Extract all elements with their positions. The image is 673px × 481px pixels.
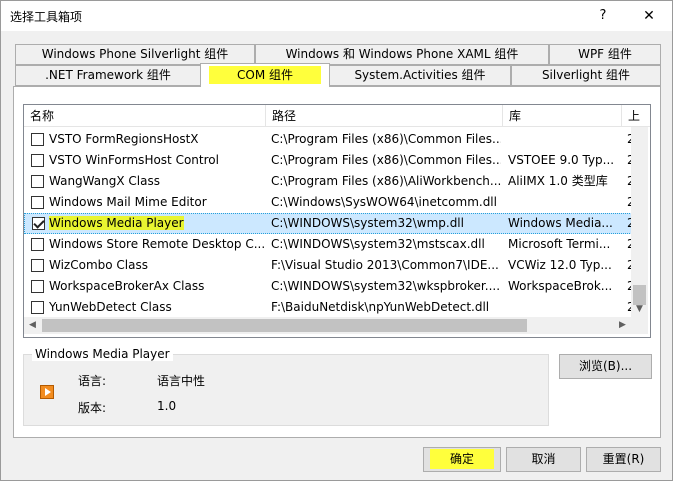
item-library: VSTOEE 9.0 Typ... — [508, 153, 615, 167]
item-path: C:\WINDOWS\system32\mstscax.dll — [271, 237, 485, 251]
list-item[interactable]: WizCombo Class F:\Visual Studio 2013\Com… — [24, 255, 632, 276]
item-name: VSTO FormRegionsHostX — [49, 132, 199, 146]
horizontal-scrollbar-thumb[interactable] — [42, 319, 527, 332]
browse-button[interactable]: 浏览(B)... — [559, 354, 652, 379]
list-item[interactable]: WorkspaceBrokerAx Class C:\WINDOWS\syste… — [24, 276, 632, 297]
reset-button[interactable]: 重置(R) — [586, 447, 661, 472]
item-library: AliIMX 1.0 类型库 — [508, 174, 608, 188]
item-name: Windows Store Remote Desktop C... — [49, 237, 264, 251]
list-item[interactable]: Windows Store Remote Desktop C... C:\WIN… — [24, 234, 632, 255]
item-library: WorkspaceBrok... — [508, 279, 613, 293]
item-path: F:\BaiduNetdisk\npYunWebDetect.dll — [271, 300, 490, 314]
column-header-extra[interactable]: 上 — [622, 105, 642, 127]
item-library: VCWiz 12.0 Typ... — [508, 258, 612, 272]
scroll-down-arrow-icon[interactable]: ▼ — [631, 301, 648, 317]
item-library: Microsoft Termi... — [508, 237, 611, 251]
title-bar: 选择工具箱项 ? ✕ — [1, 1, 672, 31]
cancel-button[interactable]: 取消 — [506, 447, 581, 472]
item-name: YunWebDetect Class — [49, 300, 172, 314]
media-player-icon — [40, 385, 54, 399]
item-path: C:\Program Files (x86)\Common Files... — [271, 132, 501, 146]
item-checkbox[interactable] — [31, 154, 44, 167]
list-item[interactable]: Windows Mail Mime Editor C:\Windows\SysW… — [24, 192, 632, 213]
scroll-left-arrow-icon[interactable]: ◀ — [24, 317, 41, 334]
list-item[interactable]: VSTO WinFormsHost Control C:\Program Fil… — [24, 150, 632, 171]
tab-wpf[interactable]: WPF 组件 — [549, 44, 661, 65]
item-checkbox[interactable] — [31, 133, 44, 146]
tab-system-activities[interactable]: System.Activities 组件 — [329, 65, 511, 86]
list-header: 名称 路径 库 上 — [24, 105, 650, 127]
item-name: WizCombo Class — [49, 258, 148, 272]
list-item[interactable]: VSTO FormRegionsHostX C:\Program Files (… — [24, 129, 632, 150]
language-value: 语言中性 — [157, 374, 206, 388]
item-checkbox[interactable] — [31, 238, 44, 251]
item-name: WorkspaceBrokerAx Class — [49, 279, 205, 293]
item-path: C:\Program Files (x86)\Common Files... — [271, 153, 501, 167]
tab-net-framework[interactable]: .NET Framework 组件 — [15, 65, 201, 86]
item-name: Windows Media Player — [49, 213, 267, 234]
tab-com[interactable]: COM 组件 — [200, 63, 330, 87]
item-path: C:\WINDOWS\system32\wkspbroker.... — [271, 279, 501, 293]
item-checkbox[interactable] — [31, 280, 44, 293]
tab-com-label: COM 组件 — [209, 66, 321, 84]
help-button[interactable]: ? — [587, 4, 619, 28]
list-item[interactable]: WangWangX Class C:\Program Files (x86)\A… — [24, 171, 632, 192]
item-checkbox-checked[interactable] — [32, 217, 45, 230]
tab-silverlight[interactable]: Silverlight 组件 — [511, 65, 661, 86]
version-value: 1.0 — [157, 399, 177, 413]
scrollbar-corner — [631, 317, 648, 334]
item-checkbox[interactable] — [31, 301, 44, 314]
column-header-library[interactable]: 库 — [503, 105, 622, 127]
dialog-title: 选择工具箱项 — [10, 10, 83, 24]
item-path: C:\Windows\SysWOW64\inetcomm.dll — [271, 195, 497, 209]
version-label: 版本: — [78, 401, 107, 415]
choose-toolbox-items-dialog: 选择工具箱项 ? ✕ Windows Phone Silverlight 组件 … — [0, 0, 673, 481]
item-checkbox[interactable] — [31, 196, 44, 209]
item-path: F:\Visual Studio 2013\Common7\IDE... — [271, 258, 499, 272]
item-library — [508, 192, 620, 213]
details-title: Windows Media Player — [32, 347, 173, 361]
scroll-right-arrow-icon[interactable]: ▶ — [614, 317, 631, 334]
item-name: WangWangX Class — [49, 174, 160, 188]
column-header-path[interactable]: 路径 — [266, 105, 503, 127]
column-header-name[interactable]: 名称 — [24, 105, 266, 127]
list-item[interactable]: YunWebDetect Class F:\BaiduNetdisk\npYun… — [24, 297, 632, 318]
item-checkbox[interactable] — [31, 175, 44, 188]
close-button[interactable]: ✕ — [633, 4, 665, 28]
horizontal-scrollbar[interactable]: ◀ ▶ — [24, 317, 631, 334]
item-library — [508, 297, 620, 318]
item-path: C:\WINDOWS\system32\wmp.dll — [271, 216, 464, 230]
language-label: 语言: — [78, 374, 107, 388]
tab-windows-phone-silverlight[interactable]: Windows Phone Silverlight 组件 — [15, 44, 255, 65]
component-list[interactable]: 名称 路径 库 上 VSTO FormRegionsHostX C:\Progr… — [23, 104, 651, 338]
item-name: VSTO WinFormsHost Control — [49, 153, 219, 167]
item-path: C:\Program Files (x86)\AliWorkbench... — [271, 174, 501, 188]
tab-windows-xaml[interactable]: Windows 和 Windows Phone XAML 组件 — [255, 44, 549, 65]
ok-button[interactable]: 确定 — [423, 447, 501, 472]
item-checkbox[interactable] — [31, 259, 44, 272]
details-group: Windows Media Player 语言: 语言中性 版本: 1.0 — [23, 347, 549, 426]
item-name-highlight: Windows Media Player — [49, 216, 184, 230]
item-name: Windows Mail Mime Editor — [49, 195, 207, 209]
item-library — [508, 129, 620, 150]
list-item-selected[interactable]: Windows Media Player C:\WINDOWS\system32… — [24, 213, 632, 234]
item-library: Windows Media... — [508, 216, 613, 230]
ok-button-label: 确定 — [429, 449, 494, 469]
